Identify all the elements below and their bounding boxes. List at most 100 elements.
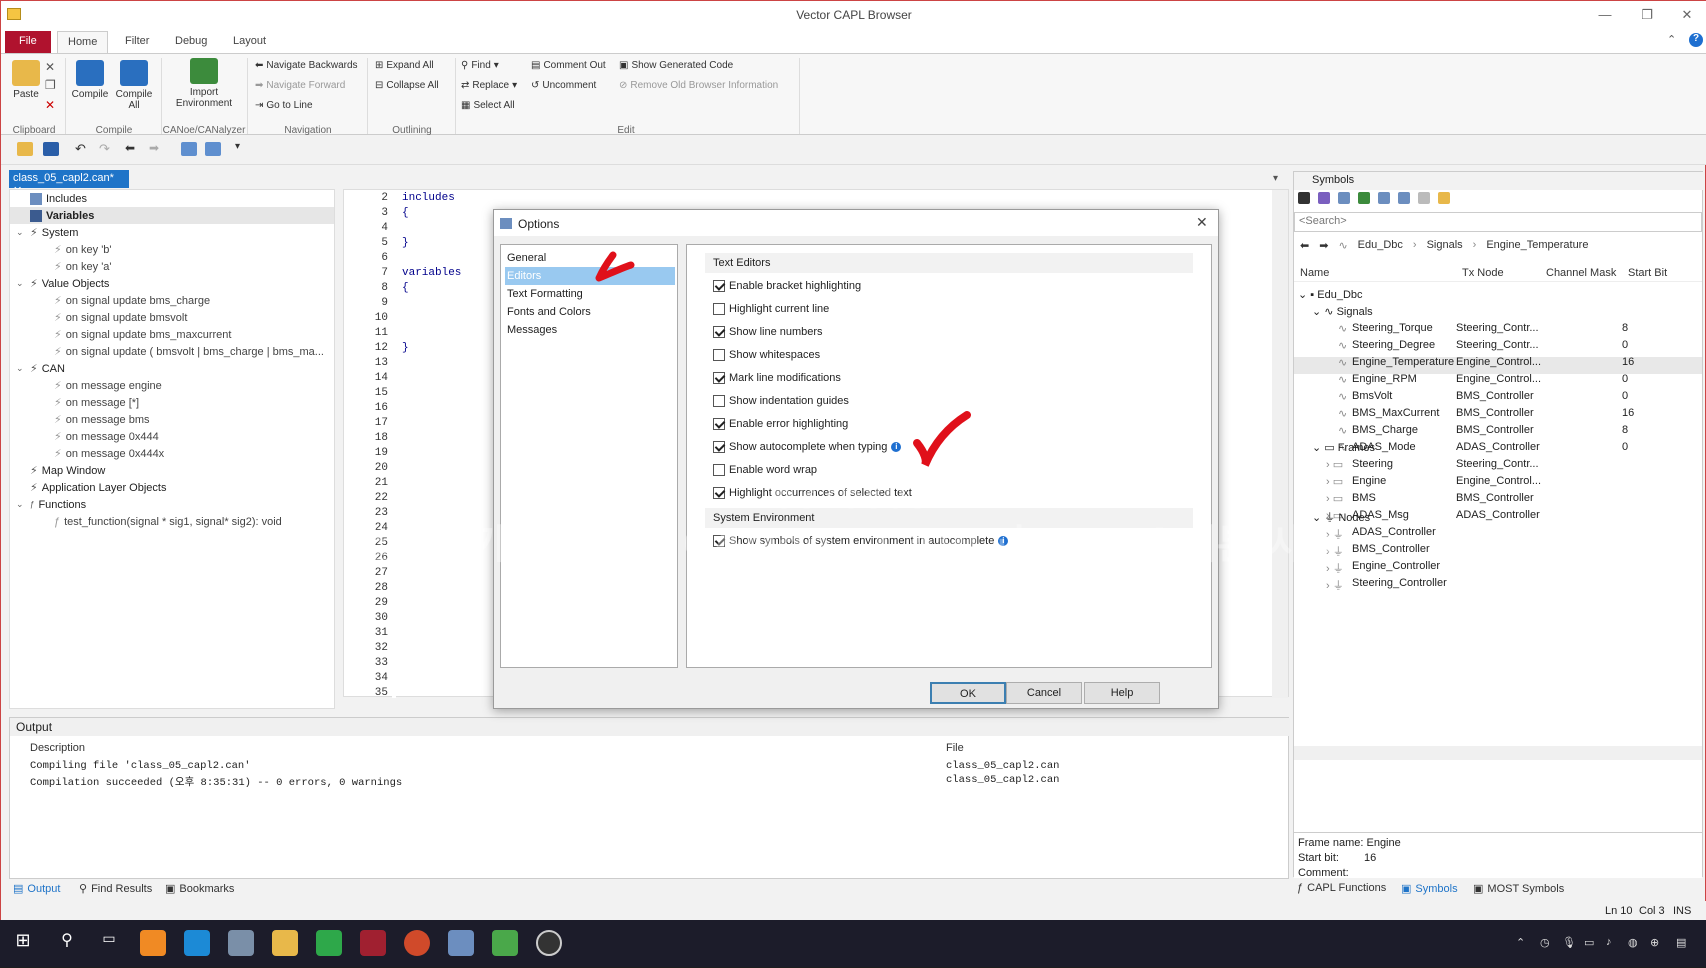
show-generated-code-button[interactable]: ▣ Show Generated Code (619, 60, 733, 71)
abc-icon[interactable] (1418, 192, 1430, 204)
symbol-row-node[interactable]: › ⏚ Steering_Controller (1294, 577, 1702, 594)
symbol-row-node[interactable]: › ⏚ Engine_Controller (1294, 560, 1702, 577)
tree-item-signals[interactable]: ⌄ ∿ Signals (1312, 305, 1373, 322)
tree-item-signal-update[interactable]: ⚡ on signal update bms_charge (54, 292, 210, 309)
undo-icon[interactable]: ↶ (75, 141, 86, 157)
search-app-icon[interactable] (140, 930, 166, 956)
compile-all-icon[interactable] (205, 142, 221, 156)
tab-layout[interactable]: Layout (223, 31, 276, 53)
compile-icon[interactable] (181, 142, 197, 156)
restore-icon[interactable]: ❐ (1637, 7, 1657, 23)
tree-item-message[interactable]: ⚡ on message bms (54, 411, 150, 428)
checkbox[interactable] (713, 280, 725, 292)
back-icon[interactable]: ⬅ (125, 141, 135, 155)
option-checkbox-row[interactable]: Enable bracket highlighting (713, 277, 861, 295)
star-icon[interactable] (1438, 192, 1450, 204)
checkbox[interactable] (713, 487, 725, 499)
select-all-button[interactable]: ▦ Select All (461, 100, 515, 111)
category-text-formatting[interactable]: Text Formatting (505, 285, 675, 303)
signal-icon[interactable] (1318, 192, 1330, 204)
customize-icon[interactable]: ▾ (235, 141, 240, 152)
go-to-line-button[interactable]: ⇥ Go to Line (255, 100, 313, 111)
redo-icon[interactable]: ↷ (99, 141, 110, 157)
category-editors[interactable]: Editors (505, 267, 675, 285)
tree-item-signal-update[interactable]: ⚡ on signal update ( bmsvolt | bms_charge… (54, 343, 324, 360)
help-icon[interactable]: ? (1689, 33, 1703, 47)
symbol-row-signal[interactable]: ∿ Engine_Temperature Engine_Control... 16 (1294, 356, 1702, 373)
app-icon[interactable] (360, 930, 386, 956)
option-checkbox-row[interactable]: Show whitespaces (713, 346, 820, 364)
save-icon[interactable] (43, 142, 59, 156)
option-checkbox-row[interactable]: Show autocomplete when typing i (713, 438, 902, 456)
compile-button[interactable]: Compile (65, 60, 115, 100)
copy-icon[interactable] (1378, 192, 1390, 204)
navigate-forward-button[interactable]: ➡ Navigate Forward (255, 80, 345, 91)
checkbox[interactable] (713, 303, 725, 315)
remove-old-browser-info-button[interactable]: ⊘ Remove Old Browser Information (619, 80, 778, 91)
tab-debug[interactable]: Debug (165, 31, 217, 53)
option-checkbox-row[interactable]: Highlight current line (713, 300, 829, 318)
col-tx-node[interactable]: Tx Node (1462, 267, 1504, 279)
file-explorer-icon[interactable] (272, 930, 298, 956)
edge-icon[interactable] (184, 930, 210, 956)
replace-button[interactable]: ⇄ Replace ▾ (461, 80, 517, 91)
tab-filter[interactable]: Filter (115, 31, 159, 53)
symbols-search-input[interactable]: <Search> (1294, 212, 1702, 232)
checkbox[interactable] (713, 464, 725, 476)
symbol-row-signal[interactable]: ∿ BmsVolt BMS_Controller 0 (1294, 390, 1702, 407)
symbol-row-signal[interactable]: ∿ Engine_RPM Engine_Control... 0 (1294, 373, 1702, 390)
compile-all-button[interactable]: Compile All (109, 60, 159, 111)
node-icon[interactable] (1358, 192, 1370, 204)
checkbox[interactable] (713, 441, 725, 453)
frame-icon[interactable] (1338, 192, 1350, 204)
import-environment-button[interactable]: Import Environment (171, 58, 237, 109)
tree-item-functions[interactable]: ⌄ ƒ Functions (16, 496, 86, 513)
symbol-row-frame[interactable]: › ▭ BMS BMS_Controller (1294, 492, 1702, 509)
navigate-backwards-button[interactable]: ⬅ Navigate Backwards (255, 60, 358, 71)
tab-home[interactable]: Home (57, 31, 109, 53)
battery-icon[interactable]: ▭ (1584, 936, 1594, 949)
minimize-icon[interactable]: — (1595, 7, 1615, 22)
tree-item-includes[interactable]: Includes (30, 190, 87, 207)
tree-item-can[interactable]: ⌄ ⚡ CAN (16, 360, 65, 377)
tab-most-symbols[interactable]: ▣ MOST Symbols (1473, 882, 1564, 896)
checkbox[interactable] (713, 395, 725, 407)
help-button[interactable]: Help (1084, 682, 1160, 704)
copy-icon[interactable]: ❐ (45, 78, 56, 92)
tree-item-signal-update[interactable]: ⚡ on signal update bms_maxcurrent (54, 326, 231, 343)
tab-output[interactable]: ▤ Output (13, 882, 60, 896)
network-icon[interactable]: ◍ (1628, 936, 1638, 949)
checkbox[interactable] (713, 372, 725, 384)
paste-icon[interactable] (1398, 192, 1410, 204)
category-general[interactable]: General (505, 249, 675, 267)
back-icon[interactable]: ⬅ (1300, 239, 1309, 252)
tree-item-message[interactable]: ⚡ on message engine (54, 377, 162, 394)
tree-item-message[interactable]: ⚡ on message [*] (54, 394, 139, 411)
symbol-row-node[interactable]: › ⏚ ADAS_Controller (1294, 526, 1702, 543)
checkbox[interactable] (713, 349, 725, 361)
paste-button[interactable]: Paste (1, 60, 51, 100)
symbol-row-signal[interactable]: ∿ Steering_Torque Steering_Contr... 8 (1294, 322, 1702, 339)
option-checkbox-row[interactable]: Enable word wrap (713, 461, 817, 479)
option-show-symbols-system-env[interactable]: Show symbols of system environment in au… (713, 532, 1009, 550)
tree-item-system[interactable]: ⌄ ⚡ System (16, 224, 78, 241)
collapse-all-button[interactable]: ⊟ Collapse All (375, 80, 439, 91)
tree-item-signal-update[interactable]: ⚡ on signal update bmsvolt (54, 309, 187, 326)
vertical-scrollbar[interactable] (1272, 190, 1288, 698)
checkbox[interactable] (713, 326, 725, 338)
tree-item-value-objects[interactable]: ⌄ ⚡ Value Objects (16, 275, 109, 292)
tray-chevron-icon[interactable]: ⌃ (1516, 936, 1525, 949)
category-messages[interactable]: Messages (505, 321, 675, 339)
category-fonts-colors[interactable]: Fonts and Colors (505, 303, 675, 321)
dialog-close-icon[interactable]: ✕ (1196, 214, 1208, 231)
breadcrumb-item[interactable]: Engine_Temperature (1486, 239, 1588, 251)
breadcrumb-item[interactable]: Edu_Dbc (1358, 239, 1403, 251)
language-icon[interactable]: ⊕ (1650, 936, 1659, 949)
col-channel-mask[interactable]: Channel Mask (1546, 267, 1616, 279)
symbol-row-signal[interactable]: ∿ Steering_Degree Steering_Contr... 0 (1294, 339, 1702, 356)
option-checkbox-row[interactable]: Enable error highlighting (713, 415, 848, 433)
checkbox[interactable] (713, 418, 725, 430)
tab-list-icon[interactable]: ▾ (1273, 173, 1278, 184)
tree-item-map-window[interactable]: ⚡ Map Window (30, 462, 105, 479)
tree-item-message[interactable]: ⚡ on message 0x444 (54, 428, 159, 445)
